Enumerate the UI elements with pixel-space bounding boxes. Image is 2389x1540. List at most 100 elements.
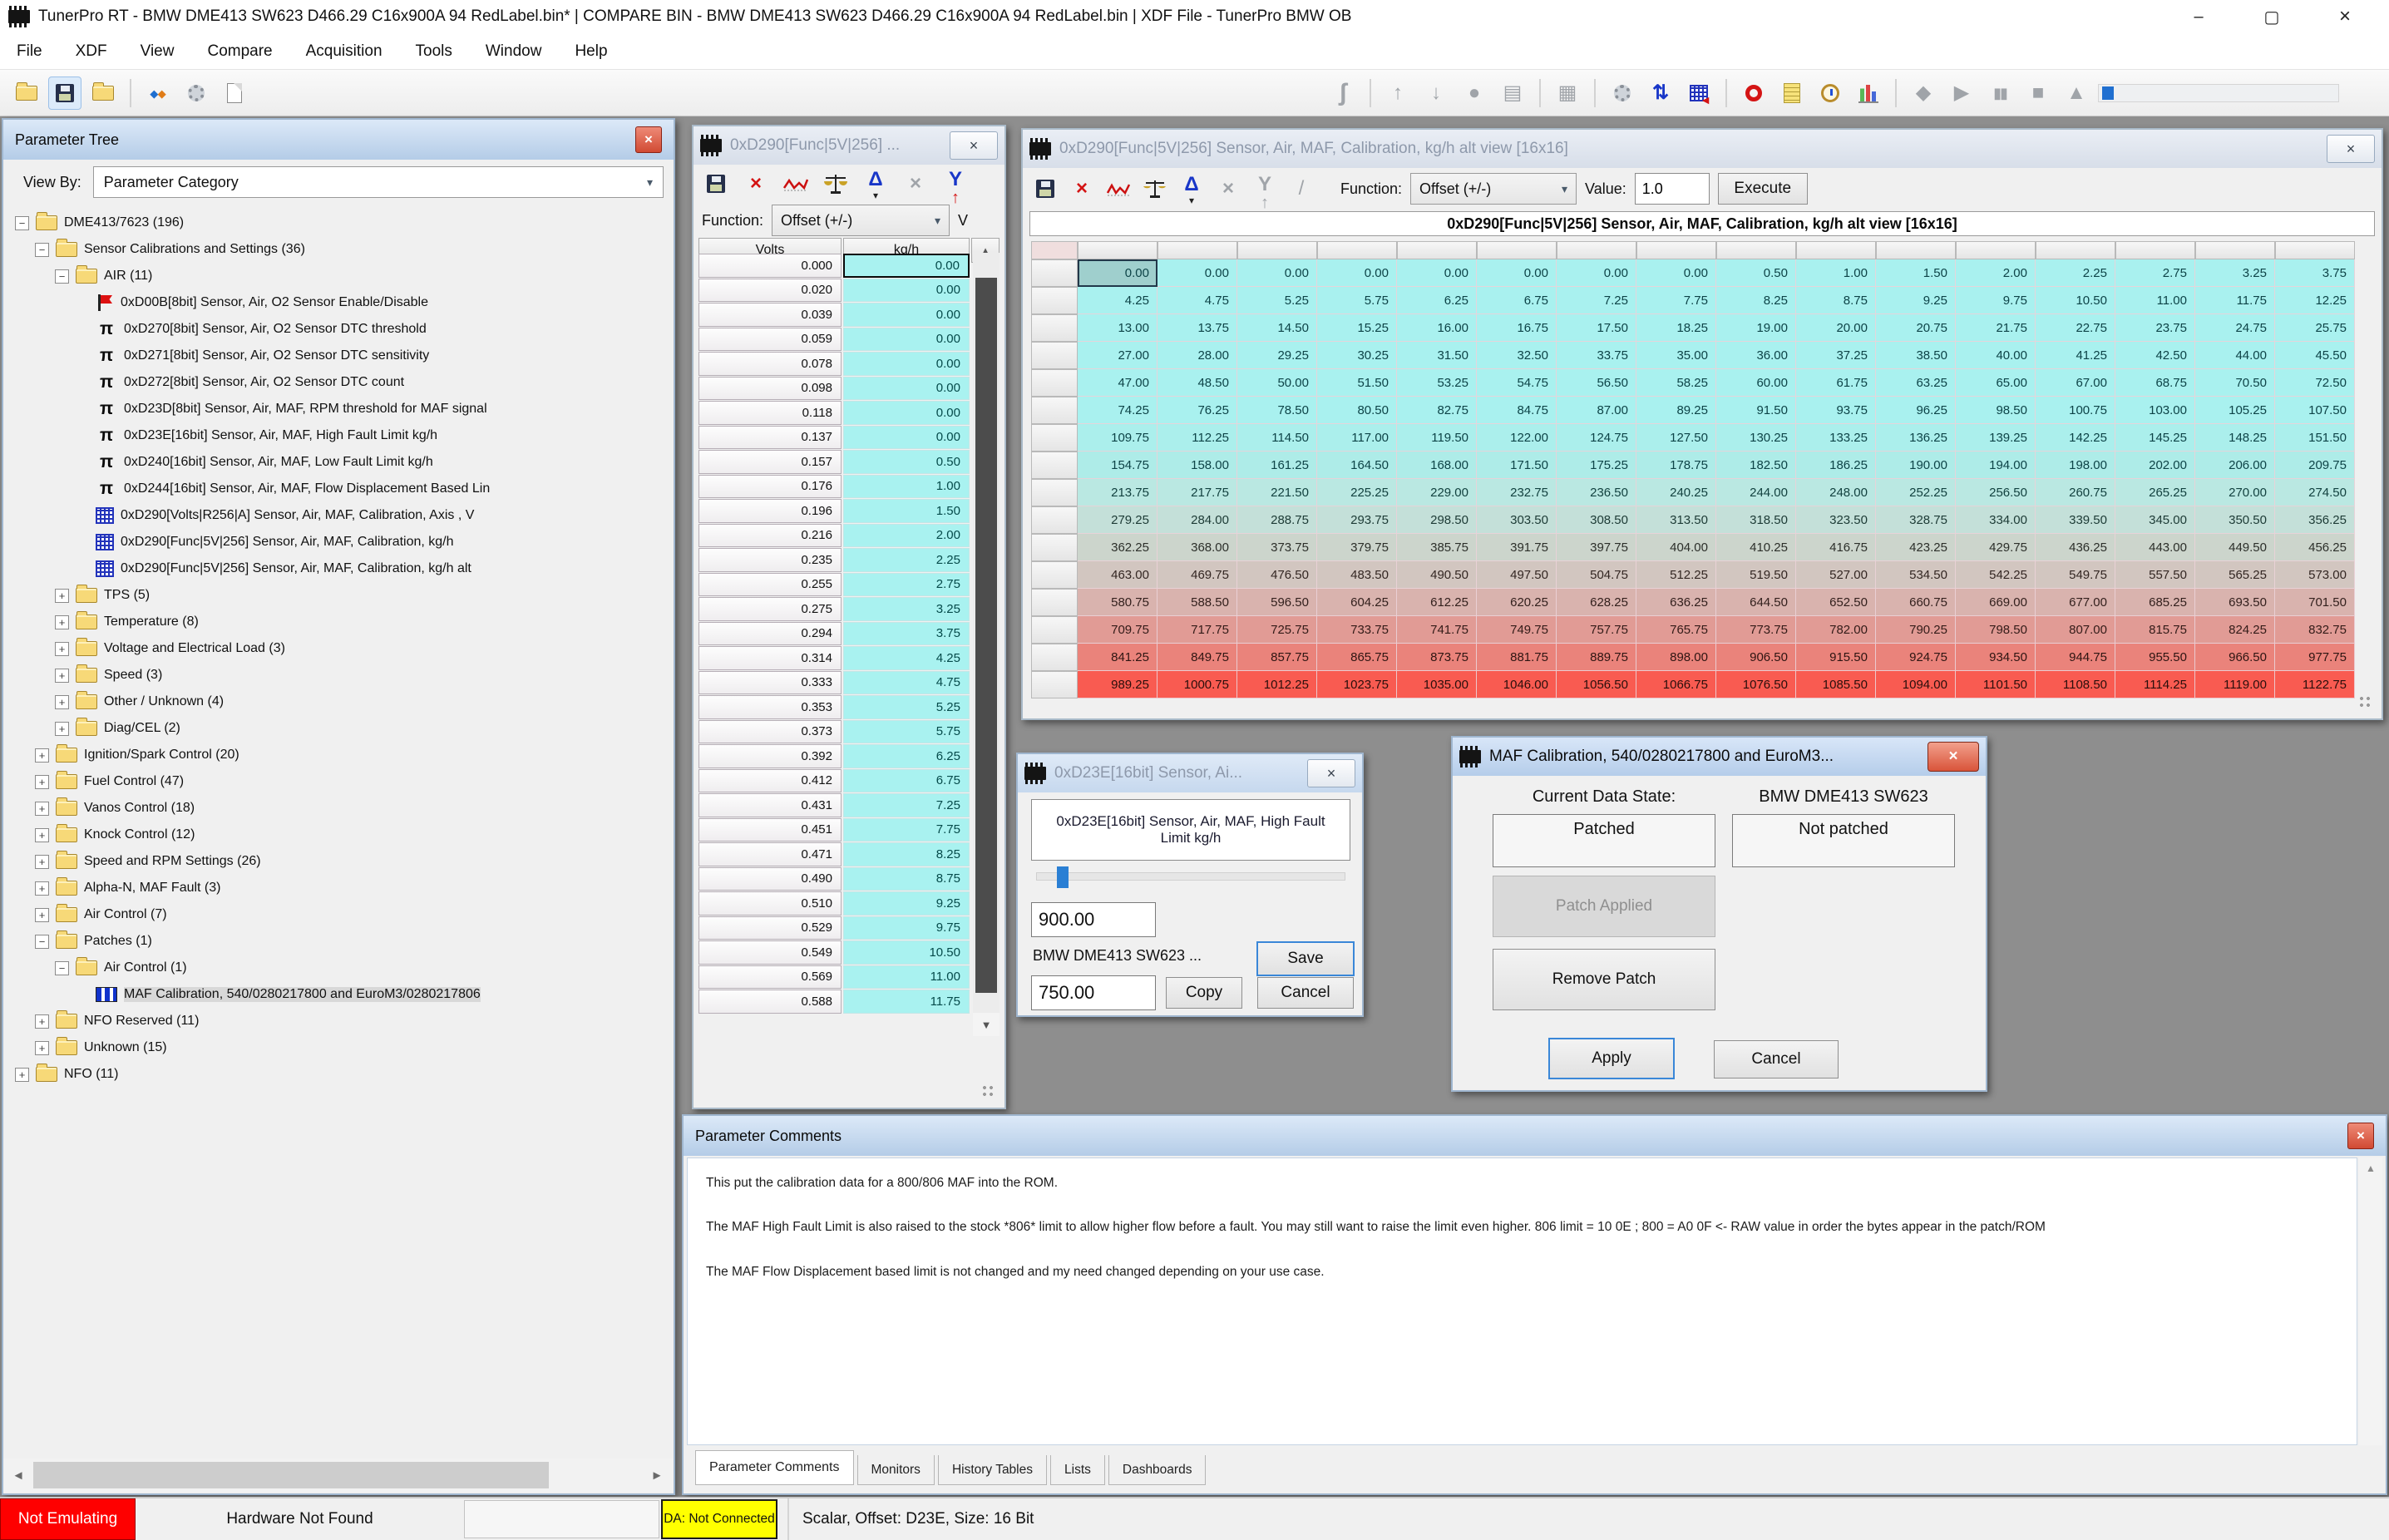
tree-item[interactable]: −DME413/7623 (196) — [3, 210, 674, 236]
grid-cell[interactable]: 1076.50 — [1716, 671, 1796, 698]
grid-cell[interactable]: 308.50 — [1557, 506, 1636, 534]
grid-cell[interactable]: 25.75 — [2275, 314, 2355, 342]
tree-item[interactable]: π0xD240[16bit] Sensor, Air, MAF, Low Fau… — [3, 449, 674, 476]
grid-cell[interactable]: 96.25 — [1876, 397, 1956, 424]
grid-cell[interactable]: 865.75 — [1317, 644, 1397, 671]
grid-cell[interactable]: 164.50 — [1317, 452, 1397, 479]
grid-cell[interactable]: 217.75 — [1157, 479, 1237, 506]
volts-cell[interactable]: 0.176 — [698, 475, 842, 499]
grid-cell[interactable]: 966.50 — [2195, 644, 2275, 671]
kgh-cell[interactable]: 0.00 — [843, 279, 970, 303]
grid-cell[interactable]: 323.50 — [1796, 506, 1876, 534]
volts-cell[interactable]: 0.333 — [698, 671, 842, 695]
grid-cell[interactable]: 60.00 — [1716, 369, 1796, 397]
grid-cell[interactable]: 0.00 — [1317, 259, 1397, 287]
grid-cell[interactable]: 209.75 — [2275, 452, 2355, 479]
grid-cell[interactable]: 1114.25 — [2115, 671, 2195, 698]
grid-cell[interactable]: 815.75 — [2115, 616, 2195, 644]
slider-thumb[interactable] — [1057, 866, 1069, 888]
grid-cell[interactable]: 0.50 — [1716, 259, 1796, 287]
grid-cell[interactable]: 202.00 — [2115, 452, 2195, 479]
kgh-cell[interactable]: 0.00 — [843, 377, 970, 401]
grid-cell[interactable]: 644.50 — [1716, 589, 1796, 616]
kgh-cell[interactable]: 5.75 — [843, 720, 970, 744]
grid-cell[interactable]: 334.00 — [1956, 506, 2036, 534]
compare-scales-icon[interactable] — [822, 170, 850, 198]
grid-cell[interactable]: 288.75 — [1237, 506, 1317, 534]
value-input[interactable] — [1635, 173, 1710, 205]
close-button[interactable]: × — [2308, 0, 2382, 33]
kgh-cell[interactable]: 11.00 — [843, 965, 970, 990]
save-icon[interactable] — [702, 170, 730, 198]
kgh-cell[interactable]: 4.75 — [843, 671, 970, 695]
grid-cell[interactable]: 519.50 — [1716, 561, 1796, 589]
d23e-compare-input[interactable] — [1031, 975, 1156, 1010]
tree-item[interactable]: π0xD271[8bit] Sensor, Air, O2 Sensor DTC… — [3, 343, 674, 369]
grid-cell[interactable]: 260.75 — [2036, 479, 2115, 506]
grid-cell[interactable]: 84.75 — [1477, 397, 1557, 424]
d23e-close-icon[interactable]: × — [1307, 759, 1355, 787]
grid-cell[interactable]: 274.50 — [2275, 479, 2355, 506]
kgh-cell[interactable]: 7.75 — [843, 818, 970, 842]
tree-item[interactable]: +Ignition/Spark Control (20) — [3, 742, 674, 768]
grid-cell[interactable]: 889.75 — [1557, 644, 1636, 671]
grid-cell[interactable]: 70.50 — [2195, 369, 2275, 397]
grid-cell[interactable]: 284.00 — [1157, 506, 1237, 534]
gears-icon[interactable] — [1606, 77, 1639, 110]
tree-item[interactable]: 0xD290[Func|5V|256] Sensor, Air, MAF, Ca… — [3, 555, 674, 582]
menu-item-view[interactable]: View — [124, 33, 191, 70]
grid-cell[interactable]: 362.25 — [1078, 534, 1157, 561]
grid-cell[interactable]: 628.25 — [1557, 589, 1636, 616]
volts-cell[interactable]: 0.000 — [698, 254, 842, 278]
upload-icon[interactable]: ↑ — [1381, 77, 1414, 110]
progress-indicator[interactable] — [2098, 77, 2339, 110]
expand-plus-icon[interactable]: + — [35, 828, 49, 842]
menu-item-tools[interactable]: Tools — [399, 33, 469, 70]
kgh-cell[interactable]: 8.25 — [843, 842, 970, 866]
grid-cell[interactable]: 14.50 — [1237, 314, 1317, 342]
grid-cell[interactable]: 1056.50 — [1557, 671, 1636, 698]
grid-cell[interactable]: 604.25 — [1317, 589, 1397, 616]
kgh-cell[interactable]: 9.75 — [843, 916, 970, 940]
grid-cell[interactable]: 221.50 — [1237, 479, 1317, 506]
scroll-thumb[interactable] — [33, 1462, 549, 1488]
volts-cell[interactable]: 0.020 — [698, 279, 842, 303]
expand-plus-icon[interactable]: + — [35, 908, 49, 922]
grid-cell[interactable]: 512.25 — [1636, 561, 1716, 589]
grid-col-header[interactable] — [1477, 241, 1557, 259]
grid-cell[interactable]: 385.75 — [1397, 534, 1477, 561]
grid-cell[interactable]: 693.50 — [2195, 589, 2275, 616]
grid-cell[interactable]: 142.25 — [2036, 424, 2115, 452]
expand-plus-icon[interactable]: + — [35, 881, 49, 896]
grid-cell[interactable]: 298.50 — [1397, 506, 1477, 534]
grid-cell[interactable]: 476.50 — [1237, 561, 1317, 589]
collapse-minus-icon[interactable]: − — [55, 269, 69, 284]
grid-row-header[interactable] — [1031, 589, 1078, 616]
grid-row-header[interactable] — [1031, 479, 1078, 506]
kgh-cell[interactable]: 3.75 — [843, 622, 970, 646]
new-document-icon[interactable] — [218, 77, 251, 110]
kgh-cell[interactable]: 4.25 — [843, 646, 970, 670]
grid-cell[interactable]: 41.25 — [2036, 342, 2115, 369]
grid-cell[interactable]: 76.25 — [1157, 397, 1237, 424]
tree-item[interactable]: −Patches (1) — [3, 928, 674, 955]
tree-item[interactable]: π0xD270[8bit] Sensor, Air, O2 Sensor DTC… — [3, 316, 674, 343]
grid-cell[interactable]: 82.75 — [1397, 397, 1477, 424]
tree-item[interactable]: −Sensor Calibrations and Settings (36) — [3, 236, 674, 263]
graph-icon[interactable] — [1104, 175, 1133, 203]
grid-cell[interactable]: 240.25 — [1636, 479, 1716, 506]
scroll-down-icon[interactable]: ▼ — [973, 1013, 1000, 1036]
tree-item[interactable]: +Speed and RPM Settings (26) — [3, 848, 674, 875]
volts-cell[interactable]: 0.412 — [698, 769, 842, 793]
grid-cell[interactable]: 7.25 — [1557, 287, 1636, 314]
grid-cell[interactable]: 339.50 — [2036, 506, 2115, 534]
comments-scrollbar[interactable]: ▲ — [2359, 1157, 2382, 1445]
grid-cell[interactable]: 61.75 — [1796, 369, 1876, 397]
grid-row-header[interactable] — [1031, 314, 1078, 342]
grid-cell[interactable]: 915.50 — [1796, 644, 1876, 671]
grid-cell[interactable]: 256.50 — [1956, 479, 2036, 506]
grid-row-header[interactable] — [1031, 342, 1078, 369]
grid-cell[interactable]: 9.75 — [1956, 287, 2036, 314]
grid-cell[interactable]: 122.00 — [1477, 424, 1557, 452]
grid-cell[interactable]: 857.75 — [1237, 644, 1317, 671]
